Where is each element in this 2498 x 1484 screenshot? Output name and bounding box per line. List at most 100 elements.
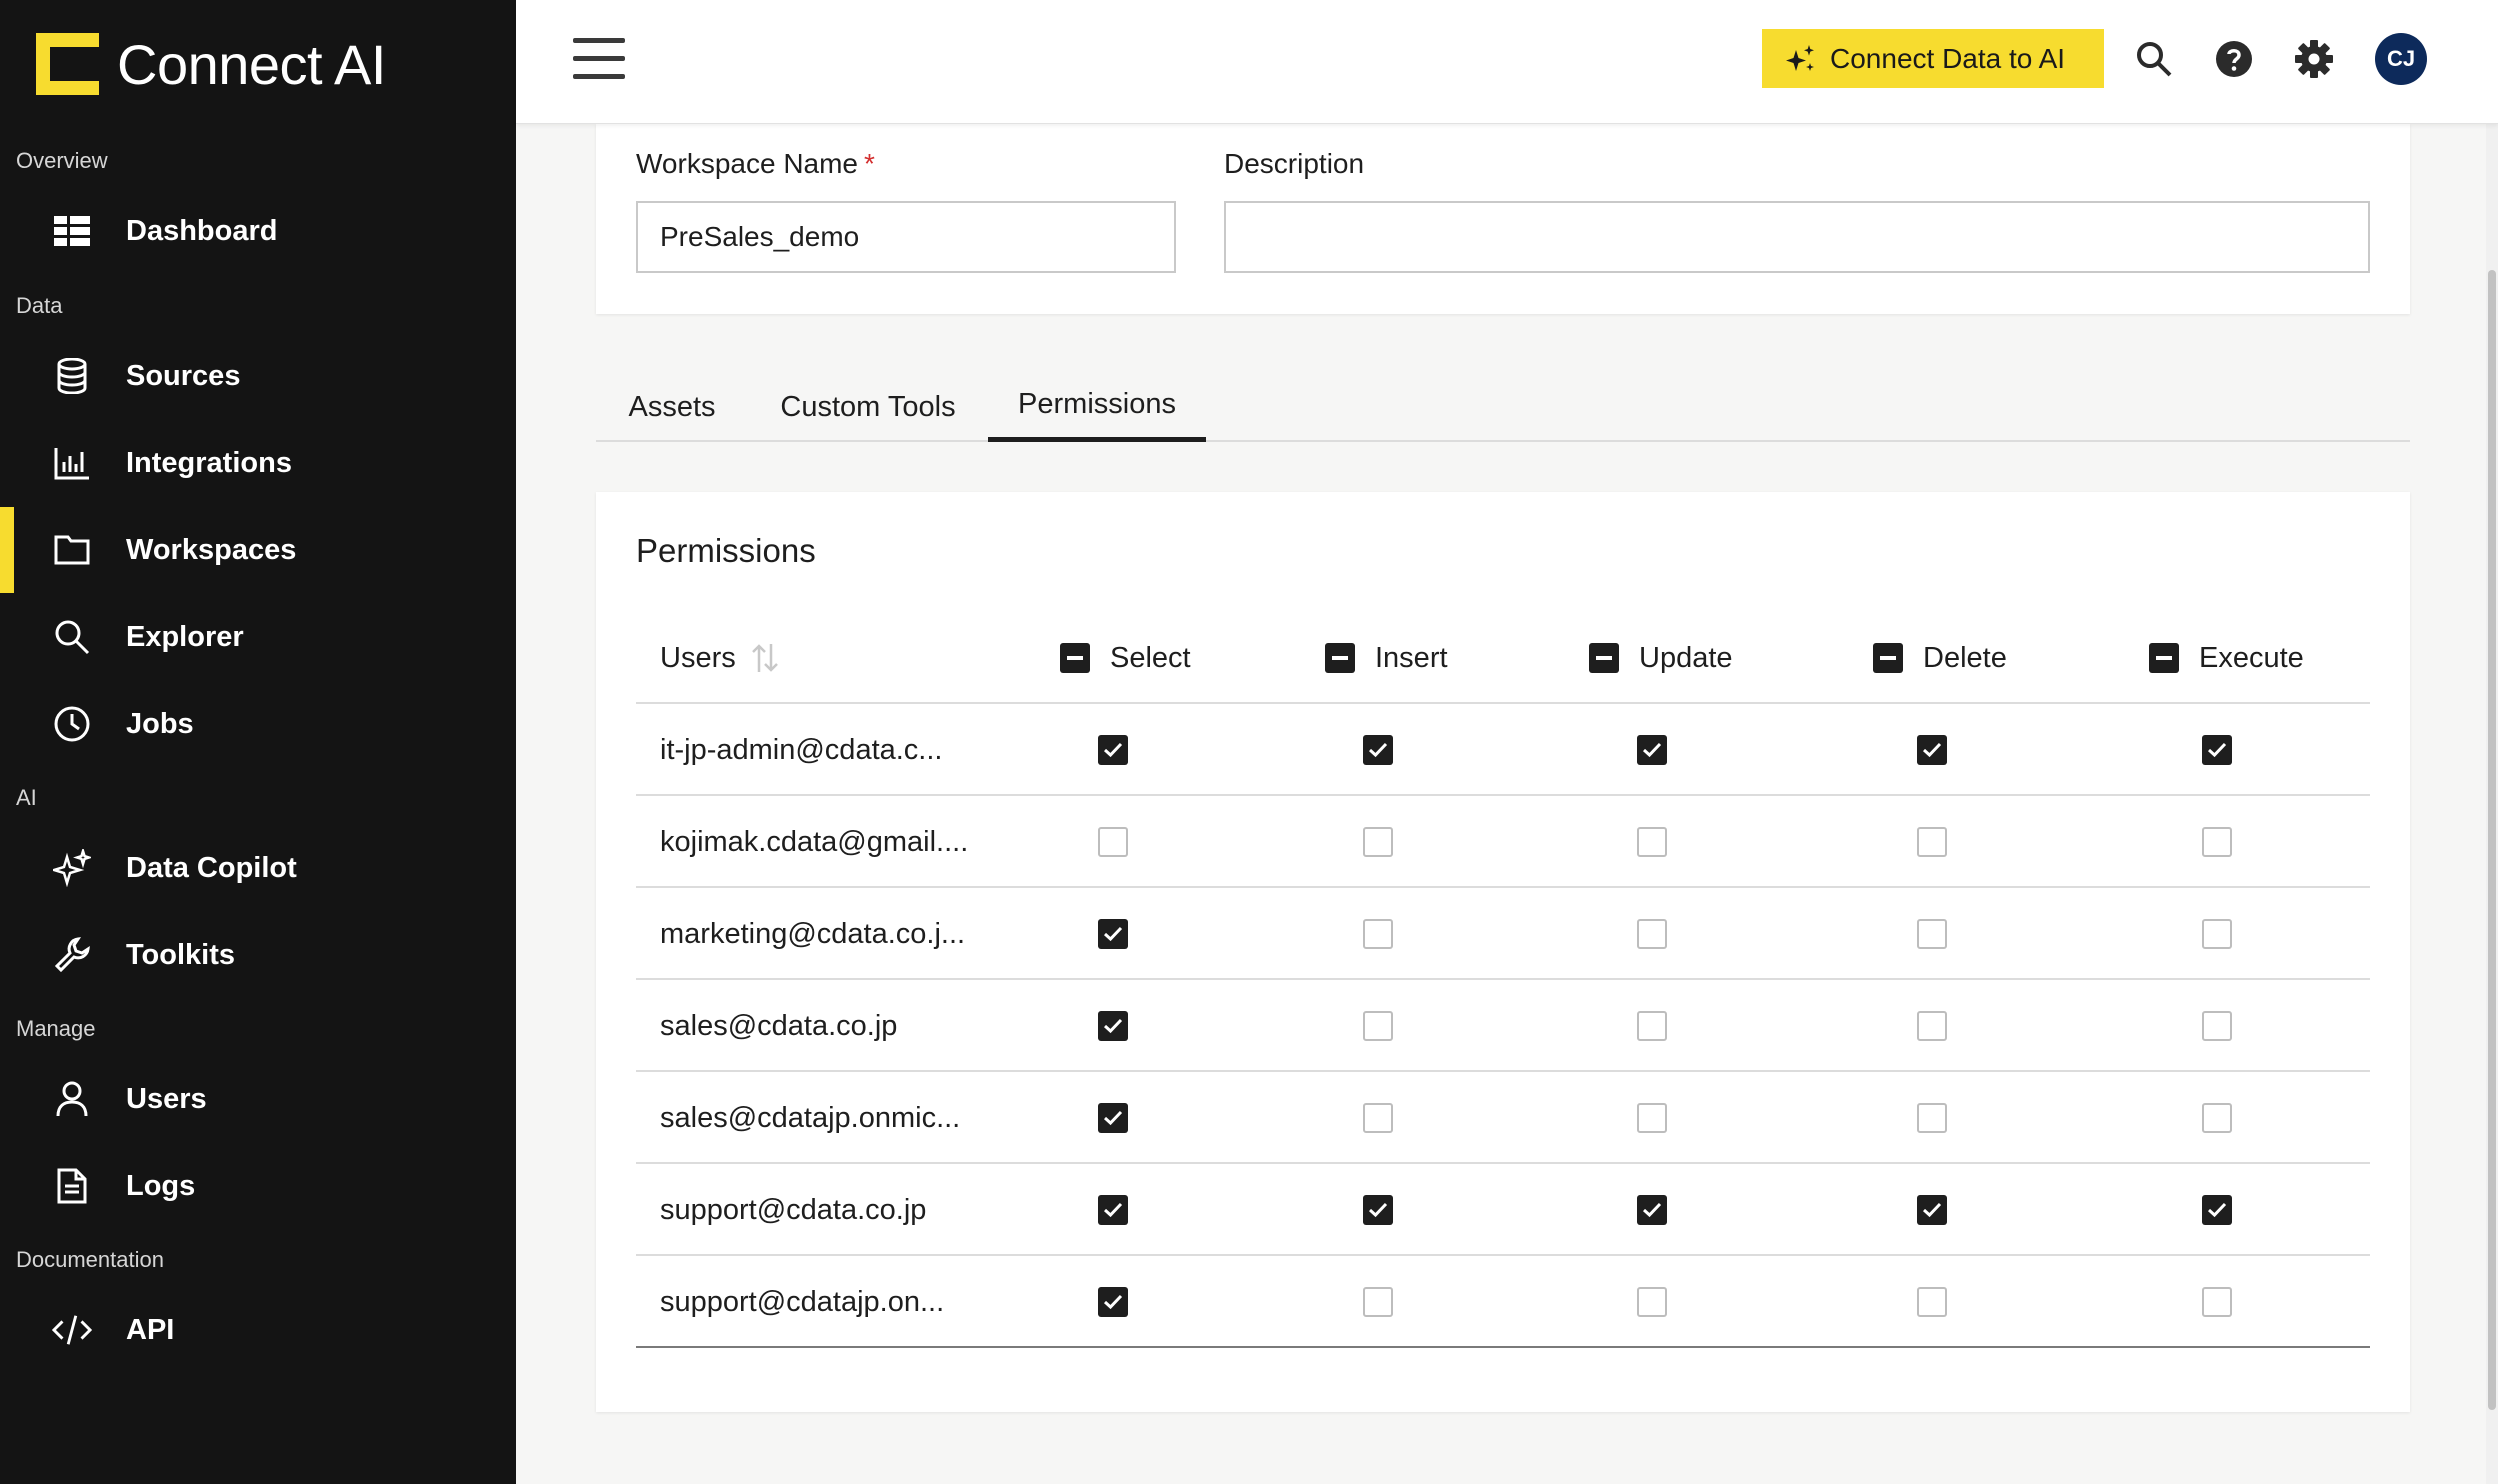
sidebar-item-logs[interactable]: Logs [0, 1143, 516, 1229]
workspace-name-input[interactable] [636, 201, 1176, 273]
sidebar-item-jobs[interactable]: Jobs [0, 681, 516, 767]
delete-permission-checkbox[interactable] [1917, 827, 1947, 857]
sidebar-item-api[interactable]: API [0, 1287, 516, 1373]
update-permission-checkbox[interactable] [1637, 919, 1667, 949]
hamburger-menu-icon[interactable] [573, 38, 625, 82]
brand-logo[interactable]: Connect AI [36, 32, 386, 96]
checkmark-icon [1103, 926, 1123, 942]
insert-permission-checkbox[interactable] [1363, 1011, 1393, 1041]
description-label: Description [1224, 148, 1365, 179]
execute-permission-checkbox[interactable] [2202, 827, 2232, 857]
insert-permission-checkbox[interactable] [1363, 1103, 1393, 1133]
update-permission-checkbox[interactable] [1637, 1103, 1667, 1133]
sidebar-item-users[interactable]: Users [0, 1056, 516, 1142]
sparkle-icon [52, 848, 92, 888]
sort-icon[interactable] [750, 642, 780, 674]
connect-data-to-ai-button[interactable]: Connect Data to AI [1762, 29, 2104, 88]
table-row: marketing@cdata.co.j... [636, 888, 2370, 980]
sidebar-item-label: Data Copilot [126, 851, 297, 884]
user-email-cell: support@cdatajp.on... [660, 1285, 945, 1318]
delete-column-header[interactable]: Delete [1873, 612, 2007, 704]
select-permission-checkbox[interactable] [1098, 919, 1128, 949]
section-label-documentation: Documentation [16, 1247, 164, 1272]
delete-permission-checkbox[interactable] [1917, 1011, 1947, 1041]
select-header-label: Select [1110, 641, 1191, 674]
insert-all-checkbox[interactable] [1325, 643, 1355, 673]
sidebar-item-label: Explorer [126, 620, 244, 653]
update-permission-checkbox[interactable] [1637, 1287, 1667, 1317]
select-all-checkbox[interactable] [1060, 643, 1090, 673]
insert-column-header[interactable]: Insert [1325, 612, 1448, 704]
checkmark-icon [1103, 742, 1123, 758]
select-permission-checkbox[interactable] [1098, 1103, 1128, 1133]
sidebar-item-explorer[interactable]: Explorer [0, 594, 516, 680]
execute-permission-checkbox[interactable] [2202, 1287, 2232, 1317]
update-permission-checkbox[interactable] [1637, 735, 1667, 765]
delete-all-checkbox[interactable] [1873, 643, 1903, 673]
top-header: Connect Data to AI CJ [516, 0, 2498, 124]
execute-permission-checkbox[interactable] [2202, 1011, 2232, 1041]
insert-permission-checkbox[interactable] [1363, 735, 1393, 765]
brand-name: Connect AI [117, 32, 386, 96]
checkmark-icon [2207, 742, 2227, 758]
update-permission-checkbox[interactable] [1637, 1195, 1667, 1225]
permissions-title: Permissions [636, 532, 816, 569]
sidebar-item-sources[interactable]: Sources [0, 333, 516, 419]
insert-permission-checkbox[interactable] [1363, 1195, 1393, 1225]
tab-assets[interactable]: Assets [596, 372, 748, 442]
insert-permission-checkbox[interactable] [1363, 919, 1393, 949]
delete-header-label: Delete [1923, 641, 2007, 674]
execute-column-header[interactable]: Execute [2149, 612, 2304, 704]
select-column-header[interactable]: Select [1060, 612, 1191, 704]
delete-permission-checkbox[interactable] [1917, 919, 1947, 949]
delete-permission-checkbox[interactable] [1917, 1103, 1947, 1133]
page-scrollbar-thumb[interactable] [2488, 270, 2496, 1410]
sidebar-item-label: Dashboard [126, 214, 278, 247]
tab-custom-tools[interactable]: Custom Tools [748, 372, 988, 442]
sidebar-item-label: Sources [126, 359, 241, 392]
sidebar-item-toolkits[interactable]: Toolkits [0, 912, 516, 998]
code-icon [52, 1310, 92, 1350]
execute-permission-checkbox[interactable] [2202, 1103, 2232, 1133]
checkmark-icon [1922, 742, 1942, 758]
insert-permission-checkbox[interactable] [1363, 1287, 1393, 1317]
sidebar-item-label: Integrations [126, 446, 292, 479]
select-permission-checkbox[interactable] [1098, 827, 1128, 857]
users-column-header[interactable]: Users [660, 612, 780, 704]
user-avatar[interactable]: CJ [2375, 33, 2427, 85]
delete-permission-checkbox[interactable] [1917, 1195, 1947, 1225]
delete-permission-checkbox[interactable] [1917, 1287, 1947, 1317]
select-permission-checkbox[interactable] [1098, 735, 1128, 765]
update-column-header[interactable]: Update [1589, 612, 1733, 704]
sidebar-item-integrations[interactable]: Integrations [0, 420, 516, 506]
sidebar-item-label: Users [126, 1082, 207, 1115]
user-email-cell: kojimak.cdata@gmail.... [660, 825, 969, 858]
connect-ai-logo-icon [36, 33, 99, 95]
execute-permission-checkbox[interactable] [2202, 1195, 2232, 1225]
help-icon[interactable] [2213, 38, 2255, 80]
update-permission-checkbox[interactable] [1637, 827, 1667, 857]
execute-header-label: Execute [2199, 641, 2304, 674]
execute-permission-checkbox[interactable] [2202, 735, 2232, 765]
delete-permission-checkbox[interactable] [1917, 735, 1947, 765]
sidebar-item-workspaces[interactable]: Workspaces [0, 507, 516, 593]
execute-permission-checkbox[interactable] [2202, 919, 2232, 949]
user-icon [52, 1079, 92, 1119]
tab-permissions[interactable]: Permissions [988, 372, 1206, 442]
sidebar-item-dashboard[interactable]: Dashboard [0, 188, 516, 274]
insert-permission-checkbox[interactable] [1363, 827, 1393, 857]
select-permission-checkbox[interactable] [1098, 1195, 1128, 1225]
checkmark-icon [1642, 742, 1662, 758]
sidebar-item-data-copilot[interactable]: Data Copilot [0, 825, 516, 911]
select-permission-checkbox[interactable] [1098, 1011, 1128, 1041]
select-permission-checkbox[interactable] [1098, 1287, 1128, 1317]
section-label-overview: Overview [16, 148, 108, 173]
execute-all-checkbox[interactable] [2149, 643, 2179, 673]
description-input[interactable] [1224, 201, 2370, 273]
table-row: support@cdata.co.jp [636, 1164, 2370, 1256]
search-icon[interactable] [2133, 38, 2175, 80]
gear-icon[interactable] [2293, 38, 2335, 80]
update-permission-checkbox[interactable] [1637, 1011, 1667, 1041]
update-all-checkbox[interactable] [1589, 643, 1619, 673]
workspace-name-label-text: Workspace Name [636, 148, 859, 179]
